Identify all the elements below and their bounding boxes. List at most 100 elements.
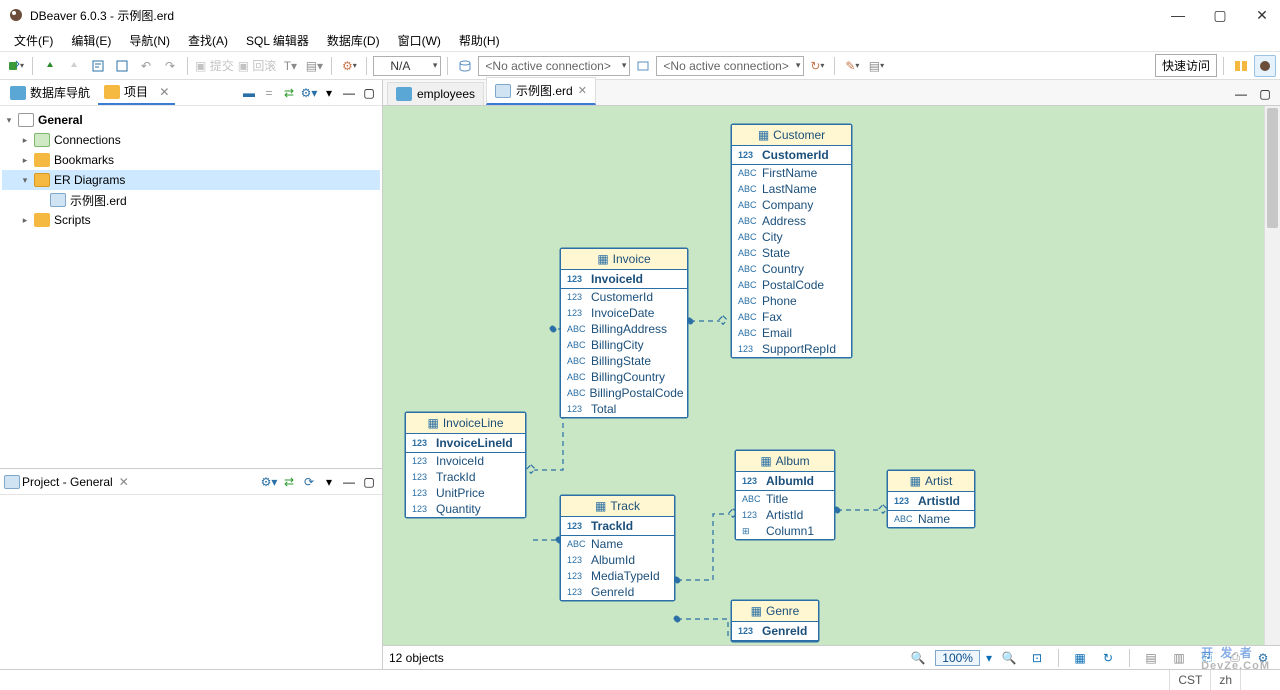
entity-Artist[interactable]: ▦ Artist123ArtistIdABCName (887, 470, 975, 528)
tree-示例图.erd[interactable]: 示例图.erd (2, 190, 380, 210)
pg-link-button[interactable]: ⇄ (280, 473, 298, 491)
pg-config-button[interactable]: ⚙▾ (260, 473, 278, 491)
search-button[interactable]: ✎▾ (841, 55, 863, 77)
pg-refresh-button[interactable]: ⟳ (300, 473, 318, 491)
pg-min-button[interactable]: — (340, 473, 358, 491)
col-Invoice-BillingAddress[interactable]: ABCBillingAddress (561, 321, 687, 337)
connection-combo[interactable]: <No active connection> (478, 56, 630, 76)
zoom-level[interactable]: 100% (935, 650, 980, 666)
col-Customer-SupportRepId[interactable]: 123SupportRepId (732, 341, 851, 357)
tx-mode-button[interactable]: T▾ (279, 55, 301, 77)
redo-button[interactable]: ↷ (159, 55, 181, 77)
auto-button[interactable]: ▤▾ (303, 55, 325, 77)
col-Customer-Phone[interactable]: ABCPhone (732, 293, 851, 309)
vertical-scrollbar[interactable] (1264, 106, 1280, 645)
layout-icon[interactable]: ▤ (1140, 647, 1162, 669)
menu-导航(N)[interactable]: 导航(N) (121, 30, 178, 51)
col-Invoice-BillingCity[interactable]: ABCBillingCity (561, 337, 687, 353)
entity-Genre[interactable]: ▦ Genre123GenreId (731, 600, 819, 642)
new-sql-button[interactable] (111, 55, 133, 77)
col-InvoiceLine-InvoiceId[interactable]: 123InvoiceId (406, 453, 525, 469)
col-Customer-Fax[interactable]: ABCFax (732, 309, 851, 325)
rollback-button[interactable]: ▣ 回滚 (237, 55, 278, 77)
tree-Scripts[interactable]: ▸Scripts (2, 210, 380, 230)
col-Track-Name[interactable]: ABCName (561, 536, 674, 552)
grid-icon[interactable]: ▦ (1069, 647, 1091, 669)
schema-icon[interactable] (632, 55, 654, 77)
nav-collapse-button[interactable]: = (260, 84, 278, 102)
colors-icon[interactable]: ▥ (1168, 647, 1190, 669)
menu-窗口(W)[interactable]: 窗口(W) (390, 30, 449, 51)
editor-min-button[interactable]: — (1230, 83, 1252, 105)
col-InvoiceLine-UnitPrice[interactable]: 123UnitPrice (406, 485, 525, 501)
commit-button[interactable]: ▣ 提交 (194, 55, 235, 77)
col-Track-AlbumId[interactable]: 123AlbumId (561, 552, 674, 568)
editor-max-button[interactable]: ▢ (1254, 83, 1276, 105)
col-Album-ArtistId[interactable]: 123ArtistId (736, 507, 834, 523)
col-Customer-LastName[interactable]: ABCLastName (732, 181, 851, 197)
nav-max-button[interactable]: ▢ (360, 84, 378, 102)
na-combo[interactable]: N/A (373, 56, 441, 76)
tree-Connections[interactable]: ▸Connections (2, 130, 380, 150)
refresh-diagram-icon[interactable]: ↻ (1097, 647, 1119, 669)
schema-combo[interactable]: <No active connection> (656, 56, 804, 76)
menu-SQL 编辑器[interactable]: SQL 编辑器 (238, 30, 317, 51)
col-Invoice-BillingCountry[interactable]: ABCBillingCountry (561, 369, 687, 385)
nav-config-button[interactable]: ⚙▾ (300, 84, 318, 102)
zoom-out-icon[interactable]: 🔍 (907, 647, 929, 669)
print-icon[interactable]: ⎙ (1224, 647, 1246, 669)
nav-min-button[interactable]: — (340, 84, 358, 102)
col-Track-GenreId[interactable]: 123GenreId (561, 584, 674, 600)
entity-Album[interactable]: ▦ Album123AlbumIdABCTitle123ArtistId⊞Col… (735, 450, 835, 540)
entity-Invoice[interactable]: ▦ Invoice123InvoiceId123CustomerId123Inv… (560, 248, 688, 418)
fit-icon[interactable]: ⊡ (1026, 647, 1048, 669)
minimize-button[interactable]: — (1168, 7, 1188, 24)
col-Customer-Company[interactable]: ABCCompany (732, 197, 851, 213)
col-Customer-State[interactable]: ABCState (732, 245, 851, 261)
col-Invoice-BillingState[interactable]: ABCBillingState (561, 353, 687, 369)
tab-db-navigator[interactable]: 数据库导航 (4, 81, 96, 104)
zoom-in-icon[interactable]: 🔍 (998, 647, 1020, 669)
col-Album-Title[interactable]: ABCTitle (736, 491, 834, 507)
nav-menu-button[interactable]: ▾ (320, 84, 338, 102)
perspective-dbeaver-button[interactable] (1254, 55, 1276, 77)
menu-查找(A)[interactable]: 查找(A) (180, 30, 236, 51)
col-Invoice-Total[interactable]: 123Total (561, 401, 687, 417)
connect-button[interactable] (39, 55, 61, 77)
col-Artist-Name[interactable]: ABCName (888, 511, 974, 527)
col-InvoiceLine-Quantity[interactable]: 123Quantity (406, 501, 525, 517)
db-icon[interactable] (454, 55, 476, 77)
col-InvoiceLine-TrackId[interactable]: 123TrackId (406, 469, 525, 485)
undo-button[interactable]: ↶ (135, 55, 157, 77)
entity-Track[interactable]: ▦ Track123TrackIdABCName123AlbumId123Med… (560, 495, 675, 601)
col-Track-MediaTypeId[interactable]: 123MediaTypeId (561, 568, 674, 584)
col-Customer-PostalCode[interactable]: ABCPostalCode (732, 277, 851, 293)
disconnect-button[interactable] (63, 55, 85, 77)
tab-employees[interactable]: employees (387, 82, 484, 105)
col-Invoice-BillingPostalCode[interactable]: ABCBillingPostalCode (561, 385, 687, 401)
col-Invoice-InvoiceDate[interactable]: 123InvoiceDate (561, 305, 687, 321)
col-Customer-Address[interactable]: ABCAddress (732, 213, 851, 229)
pg-max-button[interactable]: ▢ (360, 473, 378, 491)
export-icon[interactable]: ⎘ (1196, 647, 1218, 669)
entity-Customer[interactable]: ▦ Customer123CustomerIdABCFirstNameABCLa… (731, 124, 852, 358)
filter-button[interactable]: ▤▾ (865, 55, 887, 77)
tree-Bookmarks[interactable]: ▸Bookmarks (2, 150, 380, 170)
col-Invoice-CustomerId[interactable]: 123CustomerId (561, 289, 687, 305)
menu-帮助(H)[interactable]: 帮助(H) (451, 30, 508, 51)
col-Customer-Country[interactable]: ABCCountry (732, 261, 851, 277)
col-Customer-Email[interactable]: ABCEmail (732, 325, 851, 341)
project-tree[interactable]: ▾General ▸Connections▸Bookmarks▾ER Diagr… (0, 106, 382, 234)
col-Customer-City[interactable]: ABCCity (732, 229, 851, 245)
refresh-button[interactable]: ↻▾ (806, 55, 828, 77)
settings-diagram-icon[interactable]: ⚙ (1252, 647, 1274, 669)
menu-文件(F)[interactable]: 文件(F) (6, 30, 61, 51)
maximize-button[interactable]: ▢ (1210, 7, 1230, 24)
erd-canvas[interactable]: ▦ InvoiceLine123InvoiceLineId123InvoiceI… (383, 106, 1280, 645)
menu-编辑(E)[interactable]: 编辑(E) (63, 30, 119, 51)
entity-InvoiceLine[interactable]: ▦ InvoiceLine123InvoiceLineId123InvoiceI… (405, 412, 526, 518)
col-Album-Column1[interactable]: ⊞Column1 (736, 523, 834, 539)
nav-link-button[interactable]: ⇄ (280, 84, 298, 102)
new-connection-button[interactable]: ▾ (4, 55, 26, 77)
settings-button[interactable]: ⚙▾ (338, 55, 360, 77)
